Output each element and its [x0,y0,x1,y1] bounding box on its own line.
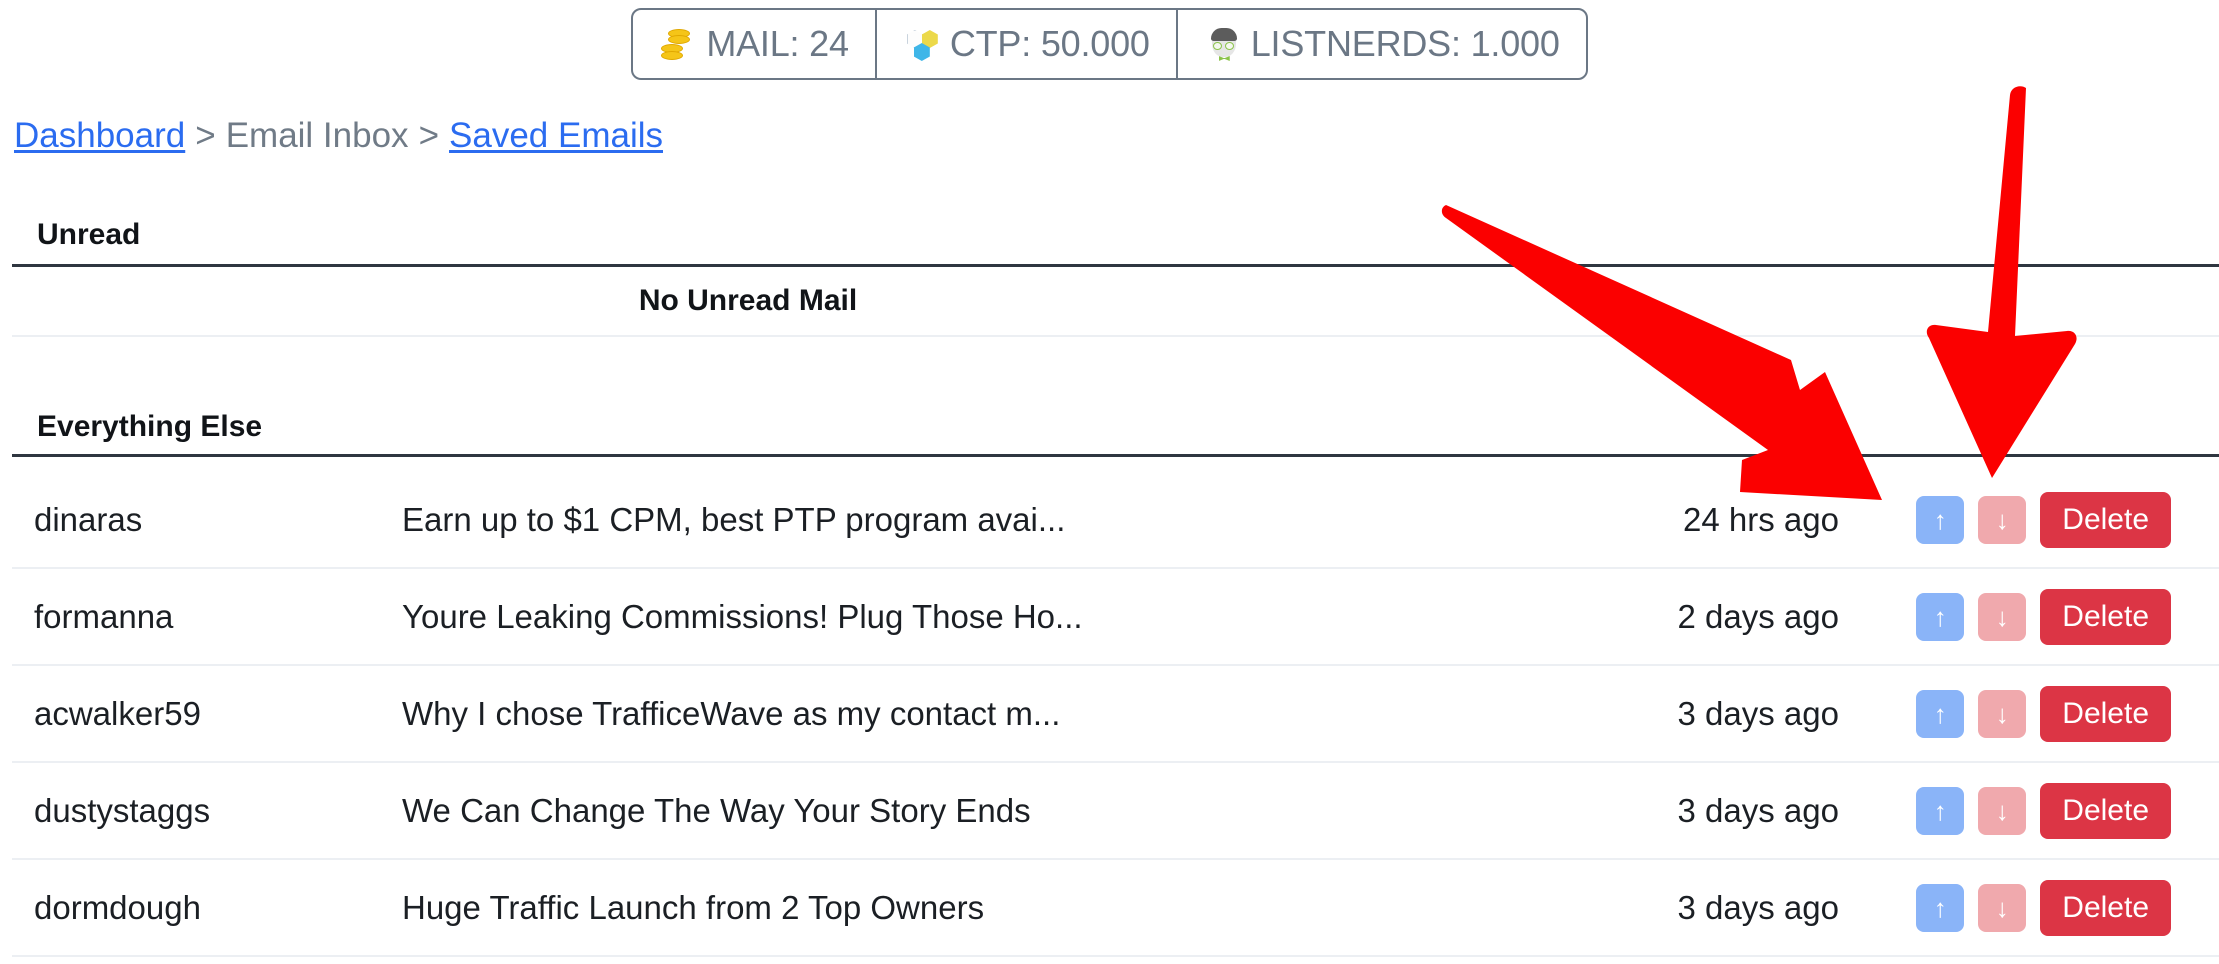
delete-button[interactable]: Delete [2040,685,2171,742]
unread-header-row: Unread [12,205,2219,267]
row-actions: ↑ ↓ Delete [1839,782,2219,839]
row-timestamp: 3 days ago [1677,888,1839,926]
everything-else-section: Everything Else [12,375,2219,457]
stat-badge-group: MAIL: 24 CTP: 50.000 LISTNERDS: 1.000 [631,8,1588,80]
delete-button[interactable]: Delete [2040,782,2171,839]
email-list: dinaras Earn up to $1 CPM, best PTP prog… [12,472,2219,957]
row-actions: ↑ ↓ Delete [1839,588,2219,645]
table-row[interactable]: dinaras Earn up to $1 CPM, best PTP prog… [12,472,2219,569]
table-row[interactable]: dustystaggs We Can Change The Way Your S… [12,763,2219,860]
breadcrumb-link-saved-emails[interactable]: Saved Emails [449,116,663,155]
row-sender: acwalker59 [34,694,201,732]
ctp-logo-icon [903,24,943,64]
downvote-arrow-icon-button[interactable]: ↓ [1978,592,2027,641]
no-unread-mail-message: No Unread Mail [12,267,2219,337]
upvote-arrow-icon-button[interactable]: ↑ [1916,689,1965,738]
downvote-arrow-icon-button[interactable]: ↓ [1978,786,2027,835]
downvote-arrow-icon-button[interactable]: ↓ [1978,689,2027,738]
row-timestamp: 3 days ago [1677,694,1839,732]
downvote-arrow-icon-button[interactable]: ↓ [1978,883,2027,932]
stat-mail-label: MAIL: 24 [706,23,849,64]
row-sender: formanna [34,597,174,635]
breadcrumb-separator-1: > [195,116,216,155]
delete-button[interactable]: Delete [2040,879,2171,936]
nerd-face-icon [1204,24,1244,64]
stat-listnerds[interactable]: LISTNERDS: 1.000 [1175,10,1586,78]
stat-ctp[interactable]: CTP: 50.000 [874,10,1176,78]
table-row[interactable]: acwalker59 Why I chose TrafficeWave as m… [12,666,2219,763]
delete-button[interactable]: Delete [2040,588,2171,645]
row-actions: ↑ ↓ Delete [1839,685,2219,742]
row-subject[interactable]: We Can Change The Way Your Story Ends [372,792,1539,830]
delete-button[interactable]: Delete [2040,491,2171,548]
saved-emails-page: MAIL: 24 CTP: 50.000 LISTNERDS: 1.000 Da… [0,0,2219,964]
table-row[interactable]: dormdough Huge Traffic Launch from 2 Top… [12,860,2219,957]
row-actions: ↑ ↓ Delete [1839,879,2219,936]
stat-ctp-label: CTP: 50.000 [949,23,1150,64]
row-subject[interactable]: Youre Leaking Commissions! Plug Those Ho… [372,598,1539,636]
breadcrumb: Dashboard > Email Inbox > Saved Emails [14,118,663,153]
breadcrumb-link-dashboard[interactable]: Dashboard [14,116,185,155]
row-subject[interactable]: Huge Traffic Launch from 2 Top Owners [372,889,1539,927]
top-stat-bar: MAIL: 24 CTP: 50.000 LISTNERDS: 1.000 [0,8,2219,80]
upvote-arrow-icon-button[interactable]: ↑ [1916,786,1965,835]
upvote-arrow-icon-button[interactable]: ↑ [1916,592,1965,641]
row-actions: ↑ ↓ Delete [1839,491,2219,548]
everything-else-header-row: Everything Else [12,375,2219,457]
unread-section: Unread No Unread Mail [12,205,2219,337]
table-row[interactable]: formanna Youre Leaking Commissions! Plug… [12,569,2219,666]
upvote-arrow-icon-button[interactable]: ↑ [1916,495,1965,544]
row-sender: dustystaggs [34,791,211,829]
row-subject[interactable]: Earn up to $1 CPM, best PTP program avai… [372,501,1539,539]
row-sender: dormdough [34,888,201,926]
downvote-arrow-icon-button[interactable]: ↓ [1978,495,2027,544]
coins-icon [659,24,699,64]
row-sender: dinaras [34,500,143,538]
row-timestamp: 2 days ago [1677,597,1839,635]
stat-mail[interactable]: MAIL: 24 [633,10,874,78]
breadcrumb-email-inbox: Email Inbox [225,116,409,155]
stat-listnerds-label: LISTNERDS: 1.000 [1250,23,1560,64]
breadcrumb-separator-2: > [418,116,440,155]
upvote-arrow-icon-button[interactable]: ↑ [1916,883,1965,932]
row-timestamp: 24 hrs ago [1683,500,1839,538]
unread-title: Unread [37,217,141,251]
row-subject[interactable]: Why I chose TrafficeWave as my contact m… [372,695,1539,733]
row-timestamp: 3 days ago [1677,791,1839,829]
everything-else-title: Everything Else [37,410,263,443]
